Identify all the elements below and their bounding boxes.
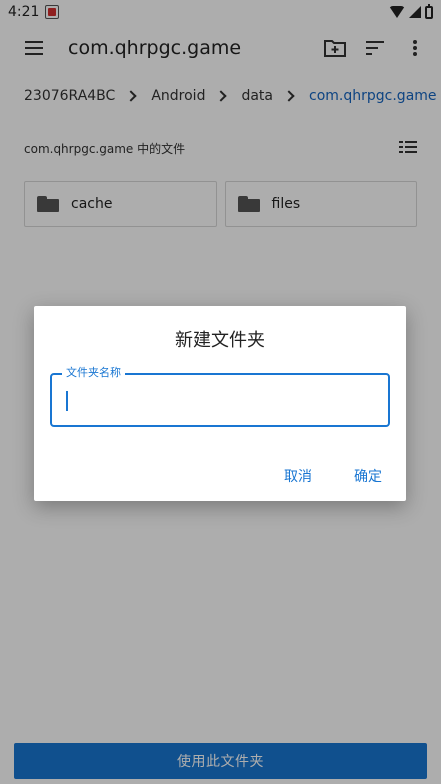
new-folder-dialog: 新建文件夹 文件夹名称 取消 确定 (34, 306, 406, 501)
confirm-button[interactable]: 确定 (354, 466, 382, 486)
folder-name-label: 文件夹名称 (62, 366, 125, 380)
folder-name-field: 文件夹名称 (50, 366, 390, 427)
cancel-button[interactable]: 取消 (284, 466, 312, 486)
folder-name-input[interactable] (64, 385, 374, 413)
dialog-title: 新建文件夹 (175, 330, 265, 351)
dialog-actions: 取消 确定 (284, 466, 382, 486)
text-cursor (66, 391, 68, 411)
